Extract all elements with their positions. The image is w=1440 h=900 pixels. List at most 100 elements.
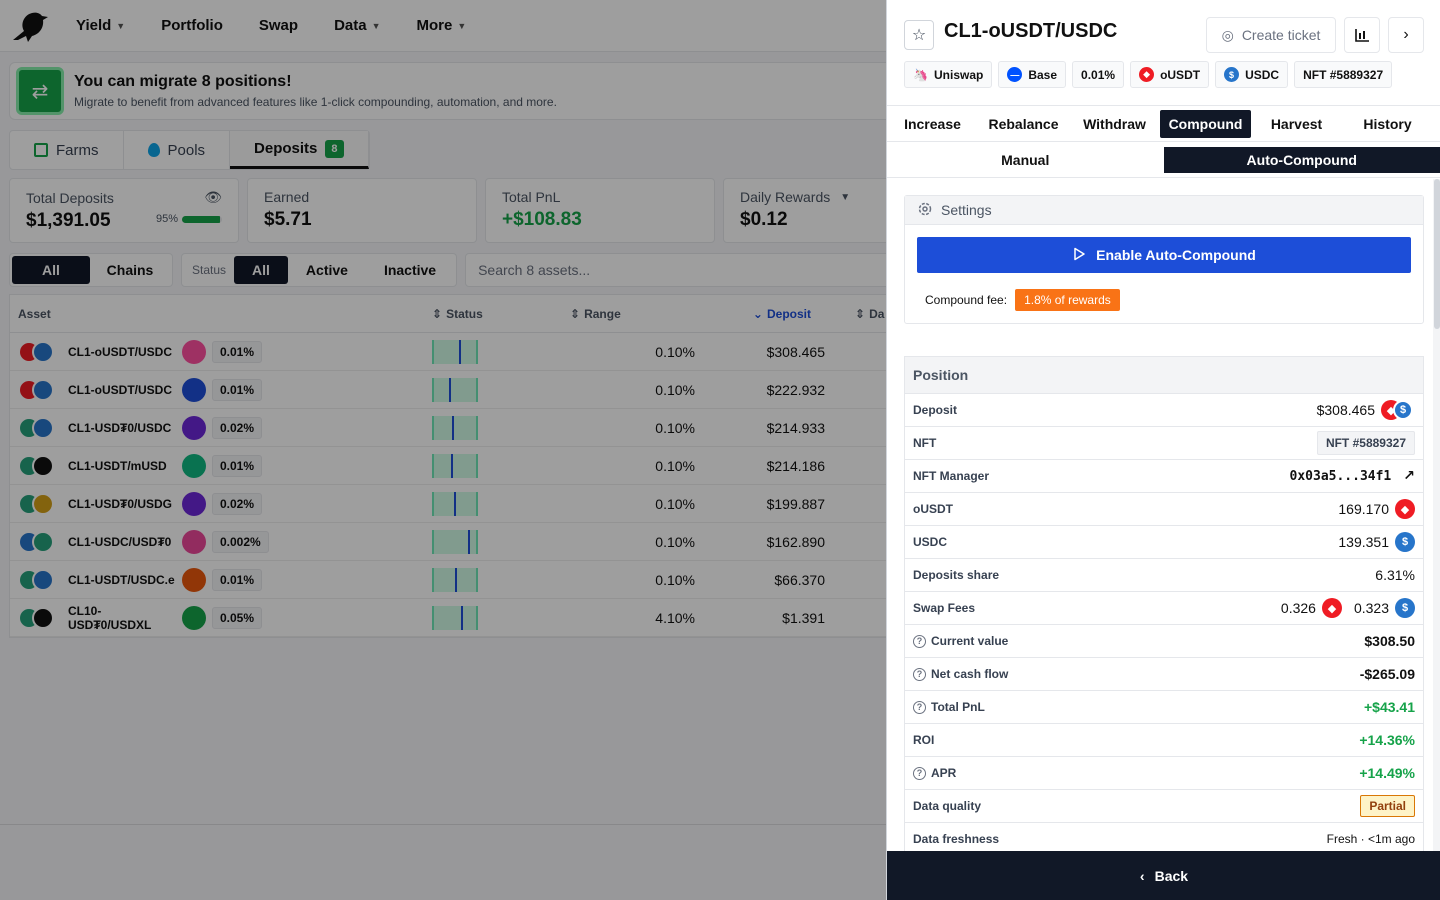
usdc-token-icon: $ bbox=[1395, 598, 1415, 618]
ousdt-token-icon: ◆ bbox=[1395, 499, 1415, 519]
row-apr: ? APR +14.49% bbox=[905, 757, 1423, 790]
tab-compound[interactable]: Compound bbox=[1160, 109, 1251, 138]
tab-history[interactable]: History bbox=[1342, 110, 1433, 138]
chip-token0: ◆ oUSDT bbox=[1130, 61, 1210, 88]
chip-fee-label: 0.01% bbox=[1081, 67, 1116, 82]
swap-fees-group: 0.326 ◆ 0.323 $ bbox=[1281, 598, 1415, 618]
modal-backdrop[interactable] bbox=[0, 0, 886, 900]
footer-divider bbox=[0, 824, 886, 825]
drawer-scrollbar[interactable] bbox=[1433, 179, 1440, 851]
usdc-group: 139.351 $ bbox=[1338, 532, 1415, 552]
row-ousdt: oUSDT 169.170 ◆ bbox=[905, 493, 1423, 526]
tab-rebalance[interactable]: Rebalance bbox=[978, 110, 1069, 138]
chip-fee: 0.01% bbox=[1072, 61, 1125, 88]
nft-label: NFT bbox=[913, 436, 937, 450]
compound-fee-row: Compound fee: 1.8% of rewards bbox=[905, 273, 1423, 323]
total-pnl-label: Total PnL bbox=[931, 700, 985, 714]
tab-withdraw[interactable]: Withdraw bbox=[1069, 110, 1160, 138]
help-icon[interactable]: ? bbox=[913, 667, 926, 681]
row-nft-manager: NFT Manager 0x03a5...34f1 ↗ bbox=[905, 460, 1423, 493]
chevron-right-icon[interactable]: › bbox=[1388, 17, 1424, 53]
swap-fees-label: Swap Fees bbox=[913, 601, 976, 615]
back-label: Back bbox=[1154, 867, 1189, 884]
current-value-label: Current value bbox=[931, 634, 1009, 648]
total-pnl-value: +$43.41 bbox=[1364, 699, 1415, 715]
tab-harvest[interactable]: Harvest bbox=[1251, 110, 1342, 138]
create-ticket-button[interactable]: ◎ Create ticket bbox=[1206, 17, 1336, 53]
apr-value: +14.49% bbox=[1359, 765, 1415, 781]
row-swap-fees: Swap Fees 0.326 ◆ 0.323 $ bbox=[905, 592, 1423, 625]
usdc-token-icon: $ bbox=[1393, 400, 1413, 420]
chip-chain-label: Base bbox=[1028, 67, 1058, 82]
net-cash-value: -$265.09 bbox=[1359, 666, 1415, 682]
ousdt-token-icon: ◆ bbox=[1139, 67, 1155, 82]
help-icon[interactable]: ? bbox=[913, 634, 926, 648]
row-net-cash-flow: ? Net cash flow -$265.09 bbox=[905, 658, 1423, 691]
roi-value: +14.36% bbox=[1359, 732, 1415, 748]
chart-icon[interactable] bbox=[1344, 17, 1380, 53]
row-deposit: Deposit $308.465 ◆ $ bbox=[905, 394, 1423, 427]
uniswap-icon: 🦄 bbox=[913, 67, 928, 82]
deposit-value-group: $308.465 ◆ $ bbox=[1317, 399, 1415, 421]
apr-label: APR bbox=[931, 766, 957, 780]
chevron-left-icon: ‹ bbox=[1139, 867, 1145, 884]
total-pnl-label-group: ? Total PnL bbox=[913, 700, 985, 714]
support-icon: ◎ bbox=[1221, 26, 1234, 43]
enable-auto-compound-label: Enable Auto-Compound bbox=[1096, 247, 1256, 263]
enable-auto-compound-button[interactable]: Enable Auto-Compound bbox=[917, 237, 1411, 273]
drawer-header: ☆ CL1-oUSDT/USDC ◎ Create ticket › 🦄 Unisw… bbox=[887, 0, 1440, 106]
scrollbar-thumb[interactable] bbox=[1434, 179, 1440, 329]
row-current-value: ? Current value $308.50 bbox=[905, 625, 1423, 658]
quality-badge: Partial bbox=[1360, 795, 1415, 817]
net-cash-label-group: ? Net cash flow bbox=[913, 667, 1008, 681]
row-nft: NFT NFT #5889327 bbox=[905, 427, 1423, 460]
deposit-value: $308.465 bbox=[1316, 402, 1375, 418]
roi-label: ROI bbox=[913, 733, 935, 747]
swap-fee0-value: 0.326 bbox=[1280, 600, 1316, 616]
pair-token-icons: ◆ $ bbox=[1381, 399, 1415, 421]
action-tabs: Increase Rebalance Withdraw Compound Har… bbox=[887, 106, 1440, 142]
tab-manual[interactable]: Manual bbox=[887, 147, 1164, 173]
nft-manager-group: 0x03a5...34f1 ↗ bbox=[1290, 468, 1415, 484]
compound-fee-badge: 1.8% of rewards bbox=[1015, 289, 1120, 311]
create-ticket-label: Create ticket bbox=[1241, 27, 1321, 43]
settings-header[interactable]: Settings bbox=[905, 196, 1423, 225]
usdc-token-icon: $ bbox=[1224, 67, 1240, 82]
swap-fee1-value: 0.323 bbox=[1353, 600, 1389, 616]
gear-icon bbox=[917, 201, 933, 220]
help-icon[interactable]: ? bbox=[913, 766, 926, 780]
row-data-freshness: Data freshness Fresh · <1m ago bbox=[905, 823, 1423, 851]
nft-manager-label: NFT Manager bbox=[913, 469, 990, 483]
ousdt-token-icon: ◆ bbox=[1321, 598, 1342, 618]
settings-title: Settings bbox=[941, 202, 992, 218]
ousdt-label: oUSDT bbox=[913, 502, 953, 516]
tab-auto-compound[interactable]: Auto-Compound bbox=[1163, 146, 1440, 173]
chip-nft-label: NFT #5889327 bbox=[1303, 67, 1384, 82]
drawer-chips: 🦄 Uniswap — Base 0.01% ◆ oUSDT $ USDC NFT #5… bbox=[904, 61, 1393, 88]
compound-mode-tabs: Manual Auto-Compound bbox=[887, 142, 1440, 178]
net-cash-label: Net cash flow bbox=[931, 667, 1009, 681]
drawer-body: Settings Enable Auto-Compound Compound f… bbox=[887, 179, 1433, 851]
usdc-label: USDC bbox=[913, 535, 948, 549]
row-total-pnl: ? Total PnL +$43.41 bbox=[905, 691, 1423, 724]
back-button[interactable]: ‹ Back bbox=[887, 851, 1440, 900]
quality-label: Data quality bbox=[913, 799, 982, 813]
external-link-icon[interactable]: ↗ bbox=[1403, 468, 1415, 484]
chip-token0-label: oUSDT bbox=[1160, 67, 1201, 82]
nft-manager-address[interactable]: 0x03a5...34f1 bbox=[1290, 469, 1392, 484]
position-card: Position Deposit $308.465 ◆ $ NFT NFT #5… bbox=[904, 356, 1424, 851]
position-title: Position bbox=[905, 357, 1423, 394]
freshness-label: Data freshness bbox=[913, 832, 1000, 846]
usdc-token-icon: $ bbox=[1395, 532, 1415, 552]
apr-label-group: ? APR bbox=[913, 766, 956, 780]
help-icon[interactable]: ? bbox=[913, 700, 926, 714]
deposit-label: Deposit bbox=[913, 403, 958, 417]
share-label: Deposits share bbox=[913, 568, 1000, 582]
chip-token1-label: USDC bbox=[1245, 67, 1280, 82]
chip-nft: NFT #5889327 bbox=[1294, 61, 1393, 88]
position-drawer: ☆ CL1-oUSDT/USDC ◎ Create ticket › 🦄 Unisw… bbox=[886, 0, 1440, 900]
tab-increase[interactable]: Increase bbox=[887, 110, 978, 138]
star-icon[interactable]: ☆ bbox=[904, 20, 934, 50]
current-value-label-group: ? Current value bbox=[913, 634, 1008, 648]
usdc-value: 139.351 bbox=[1338, 534, 1389, 550]
